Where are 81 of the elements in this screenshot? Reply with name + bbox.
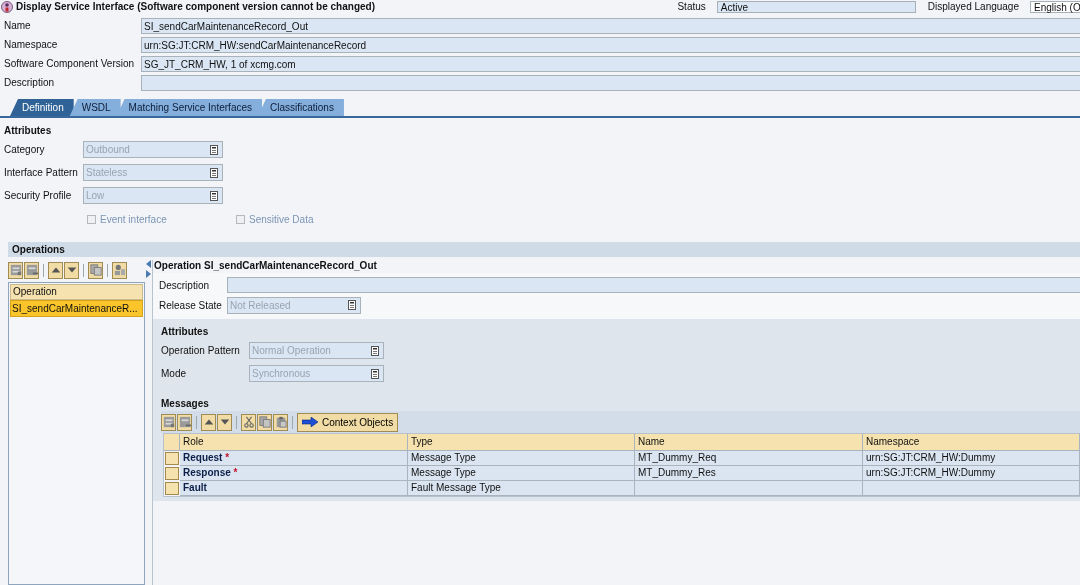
row-selector[interactable] [165,452,179,465]
header-corner [164,434,180,451]
copy-button[interactable] [88,261,103,279]
insert-row-icon [162,416,175,428]
paste-icon [274,416,287,428]
field-label: Description [159,279,211,291]
column-header: Name [635,434,863,451]
dropdown-icon [371,368,379,379]
move-down-button[interactable] [217,413,232,431]
field-label: Namespace [3,39,59,50]
text-field[interactable]: SG_JT_CRM_HW, 1 of xcmg.com [141,55,1080,72]
cut-button[interactable] [241,413,256,431]
field-label: Mode [161,368,187,379]
display-mode-icon [1,0,13,13]
move-up-button[interactable] [48,261,63,279]
field-label: Status [677,1,706,12]
arrow-right-icon [302,417,318,427]
section-title: Attributes [3,124,53,138]
insert-row-button[interactable] [8,261,23,279]
table-cell: Fault [180,481,408,496]
field-label: Software Component Version [3,58,136,69]
language-dropdown[interactable]: English (O [1030,0,1080,13]
table-cell: MT_Dummy_Req [635,451,863,466]
tab[interactable]: WSDL [69,99,121,116]
move-up-button[interactable] [201,413,216,431]
row-selector[interactable] [165,467,179,480]
field-label: Security Profile [3,190,73,201]
context-objects-button[interactable]: Context Objects [297,412,399,432]
row-selector[interactable] [165,482,179,495]
field-label: Release State [159,299,223,311]
insert-row-button[interactable] [161,413,176,431]
table-cell: urn:SG:JT:CRM_HW:Dummy [863,466,1080,481]
sort-button[interactable] [112,261,127,279]
field-label: Operation Pattern [161,345,241,356]
list-item[interactable]: SI_sendCarMaintenanceR... [10,300,143,317]
column-header: Role [180,434,408,451]
paste-button[interactable] [273,413,288,431]
section-title: Attributes [161,325,210,339]
dropdown-icon [210,167,218,178]
field-label: Name [3,20,32,31]
copy-icon [258,416,271,428]
column-header: Namespace [863,434,1080,451]
delete-row-icon [25,264,38,276]
insert-row-icon [9,264,22,276]
expand-arrow-icon [146,270,151,278]
delete-row-button[interactable] [177,413,192,431]
checkbox-label: Sensitive Data [249,214,314,225]
copy-button[interactable] [257,413,272,431]
dropdown-icon [210,190,218,201]
window-title: Display Service Interface (Software component version cannot be changed) [16,1,376,12]
text-field[interactable] [141,74,1080,91]
column-header: Type [408,434,635,451]
copy-icon [89,264,102,276]
delete-row-button[interactable] [24,261,39,279]
delete-row-icon [178,416,191,428]
table-cell: Fault Message Type [408,481,635,496]
panel-header: Operations [8,242,1080,257]
checkbox-label: Event interface [100,214,167,225]
text-field[interactable]: SI_sendCarMaintenanceRecord_Out [141,17,1080,34]
text-field[interactable] [227,277,1080,293]
field-label: Category [3,144,46,155]
collapse-arrow-icon [146,260,151,268]
field-label: Interface Pattern [3,167,79,178]
table-cell: Message Type [408,466,635,481]
dropdown-icon [210,144,218,155]
table-cell: Message Type [408,451,635,466]
section-title: Messages [161,397,210,411]
status-field: Active [716,0,916,13]
column-header: Operation [10,284,143,300]
text-field[interactable]: urn:SG:JT:CRM_HW:sendCarMaintenanceRecord [141,36,1080,53]
table-cell: Request * [180,451,408,466]
move-down-button[interactable] [64,261,79,279]
field-label: Description [3,77,56,88]
table-cell: Response * [180,466,408,481]
dropdown-icon [348,300,356,310]
field-label: Displayed Language [927,1,1019,12]
cut-icon [242,416,255,428]
dropdown-icon [371,345,379,356]
tab[interactable]: Definition [10,99,74,116]
table-cell: MT_Dummy_Res [635,466,863,481]
table-cell: urn:SG:JT:CRM_HW:Dummy [863,451,1080,466]
